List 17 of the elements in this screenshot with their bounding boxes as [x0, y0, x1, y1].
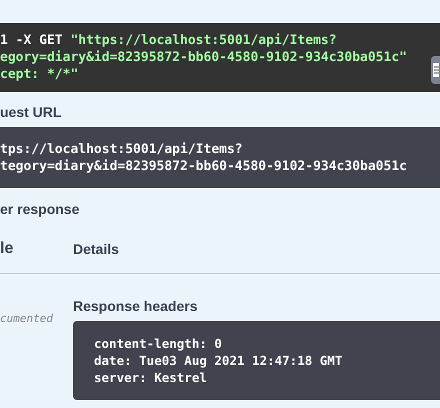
section-label: uest URL	[0, 104, 62, 120]
code-text: server: Kestrel	[94, 369, 207, 386]
code-text: date: Tue03 Aug 2021 12:47:18 GMT	[94, 352, 342, 369]
details-label: Response headers	[73, 298, 198, 314]
code-text: egory=diary&id=82395872-bb60-4580-9102-934c30ba051c"	[0, 50, 407, 65]
code-text: cept: */*"	[0, 67, 78, 82]
section-label: er response	[0, 201, 80, 217]
code-text: tegory=diary&id=82395872-bb60-4580-9102-934c30ba051c	[0, 158, 407, 175]
code-text: 1 -X GET	[0, 33, 63, 48]
code-text: "https://localhost:5001/api/Items?	[70, 33, 337, 48]
copy-button[interactable]	[431, 56, 440, 84]
clipboard-icon	[433, 63, 439, 77]
table-cell-text: cumented	[0, 312, 54, 327]
column-header: Details	[73, 241, 119, 257]
code-text: content-length: 0	[94, 335, 222, 352]
code-text: tps://localhost:5001/api/Items?	[0, 141, 243, 158]
column-header: le	[0, 240, 14, 258]
